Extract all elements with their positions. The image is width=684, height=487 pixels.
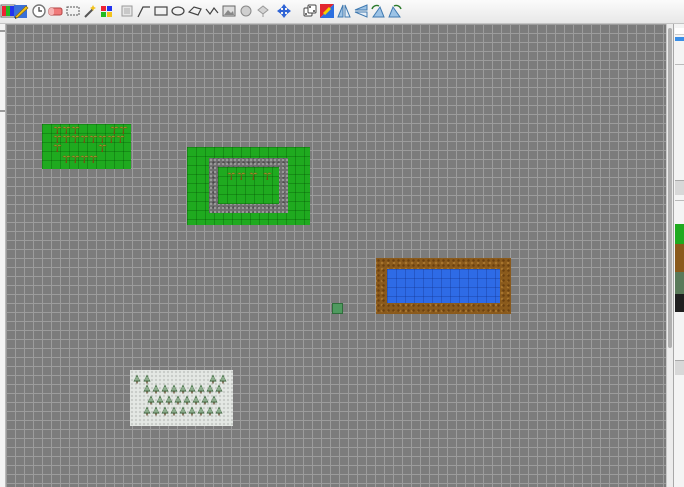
orchard-tree bbox=[62, 134, 71, 143]
orchard-tree bbox=[98, 143, 107, 152]
eraser-icon[interactable] bbox=[48, 3, 64, 19]
tileset-preview-trees[interactable] bbox=[675, 272, 684, 294]
tileset-preview-grass[interactable] bbox=[675, 224, 684, 244]
move-object-icon[interactable] bbox=[276, 3, 292, 19]
garden-tree bbox=[249, 171, 258, 180]
tileset-tab[interactable] bbox=[675, 180, 684, 195]
flip-horizontal-icon[interactable] bbox=[336, 3, 352, 19]
reset-circle-icon[interactable] bbox=[31, 3, 47, 19]
orchard-tree bbox=[107, 134, 116, 143]
snow-pine-tree bbox=[132, 374, 142, 384]
scrollbar-thumb[interactable] bbox=[668, 28, 672, 348]
orchard-tree bbox=[53, 143, 62, 152]
orchard-tree bbox=[80, 154, 89, 163]
pencil-tool-icon[interactable] bbox=[13, 3, 29, 19]
orchard-tree bbox=[116, 134, 125, 143]
orchard-tree bbox=[71, 125, 80, 134]
polygon-tool-icon[interactable] bbox=[187, 3, 203, 19]
random-mode-icon[interactable] bbox=[302, 3, 318, 19]
minimap-tab[interactable] bbox=[675, 360, 684, 375]
snow-forest bbox=[130, 370, 233, 426]
tile-cursor[interactable] bbox=[332, 303, 343, 314]
image-object-icon[interactable] bbox=[221, 3, 237, 19]
orchard-tree bbox=[119, 125, 128, 134]
line-tool-icon[interactable] bbox=[136, 3, 152, 19]
orchard-tree bbox=[98, 134, 107, 143]
ellipse-tool-icon[interactable] bbox=[170, 3, 186, 19]
selected-layer-row[interactable] bbox=[675, 37, 684, 41]
tileset-preview-dirt[interactable] bbox=[675, 244, 684, 272]
wang-fill-icon[interactable] bbox=[319, 3, 335, 19]
orchard-tree bbox=[62, 125, 71, 134]
rotate-right-icon[interactable] bbox=[387, 3, 403, 19]
panel-divider bbox=[675, 200, 684, 201]
map-canvas[interactable] bbox=[6, 24, 666, 487]
garden-tree bbox=[237, 171, 246, 180]
orchard-tree bbox=[71, 154, 80, 163]
color-picker-icon[interactable] bbox=[99, 3, 115, 19]
garden-tree bbox=[263, 171, 272, 180]
snow-pine-tree bbox=[208, 374, 218, 384]
orchard-tree bbox=[89, 154, 98, 163]
panel-header bbox=[675, 28, 684, 35]
snow-pine-tree bbox=[214, 406, 224, 416]
orchard-grass-patch bbox=[42, 124, 131, 169]
rotate-left-icon[interactable] bbox=[370, 3, 386, 19]
snow-pine-tree bbox=[214, 384, 224, 394]
magic-wand-icon[interactable] bbox=[82, 3, 98, 19]
template-icon[interactable] bbox=[255, 3, 271, 19]
snow-pine-tree bbox=[209, 395, 219, 405]
orchard-tree bbox=[71, 134, 80, 143]
garden-lawn bbox=[218, 167, 279, 204]
main-toolbar bbox=[0, 0, 684, 24]
rectangle-tool-icon[interactable] bbox=[153, 3, 169, 19]
orchard-tree bbox=[80, 134, 89, 143]
snow-pine-tree bbox=[142, 374, 152, 384]
pond-water bbox=[387, 269, 500, 303]
garden-tree bbox=[227, 171, 236, 180]
stamp-tool-icon[interactable] bbox=[119, 3, 135, 19]
flip-vertical-icon[interactable] bbox=[353, 3, 369, 19]
orchard-tree bbox=[62, 154, 71, 163]
rectangle-select-icon[interactable] bbox=[65, 3, 81, 19]
orchard-tree bbox=[110, 125, 119, 134]
orchard-tree bbox=[89, 134, 98, 143]
panel-divider bbox=[675, 64, 684, 65]
tileset-preview-dark[interactable] bbox=[675, 294, 684, 312]
polyline-tool-icon[interactable] bbox=[204, 3, 220, 19]
orchard-tree bbox=[53, 134, 62, 143]
vertical-scrollbar[interactable] bbox=[666, 24, 673, 487]
tile-object-icon[interactable] bbox=[238, 3, 254, 19]
right-dock-panel[interactable] bbox=[673, 24, 684, 487]
snow-pine-tree bbox=[218, 374, 228, 384]
orchard-tree bbox=[53, 125, 62, 134]
